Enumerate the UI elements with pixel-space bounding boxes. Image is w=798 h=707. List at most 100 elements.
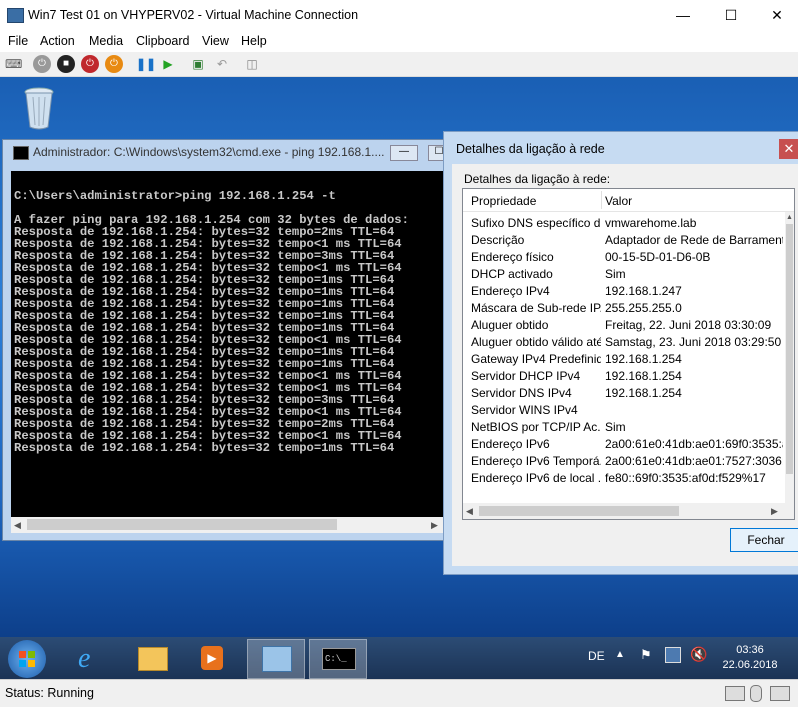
media-player-icon: ▶	[201, 646, 223, 670]
value-cell: 192.168.1.247	[605, 284, 682, 298]
scroll-right-icon[interactable]: ▶	[431, 520, 438, 531]
vm-status: Status: Running	[5, 686, 94, 700]
column-header-property[interactable]: Propriedade	[471, 194, 536, 208]
menu-action[interactable]: Action	[40, 34, 75, 48]
language-indicator[interactable]: DE	[588, 649, 605, 663]
cmd-horizontal-scrollbar[interactable]: ◀ ▶	[11, 517, 443, 533]
resume-icon[interactable]: ▶	[160, 56, 176, 72]
cmd-window[interactable]: Administrador: C:\Windows\system32\cmd.e…	[2, 139, 454, 541]
start-button[interactable]	[8, 640, 46, 678]
network-details-dialog[interactable]: Detalhes da ligação à rede ✕ Detalhes da…	[443, 131, 798, 575]
volume-muted-icon[interactable]: 🔇	[690, 646, 707, 663]
taskbar-cmd[interactable]: C:\_	[309, 639, 367, 679]
turn-off-icon[interactable]: ■	[57, 55, 75, 73]
recycle-bin-icon[interactable]	[22, 85, 56, 131]
table-row[interactable]: Endereço físico 00-15-5D-01-D6-0B	[463, 250, 783, 267]
table-row[interactable]: NetBIOS por TCP/IP Ac... Sim	[463, 420, 783, 437]
list-horizontal-scrollbar[interactable]: ◀ ▶	[463, 503, 785, 519]
enhanced-session-icon[interactable]: ◫	[244, 56, 260, 72]
table-row[interactable]: Endereço IPv6 de local ... fe80::69f0:353…	[463, 471, 783, 488]
show-hidden-icons-icon[interactable]: ▲	[615, 649, 625, 660]
table-row[interactable]: Descrição Adaptador de Rede de Barramento…	[463, 233, 783, 250]
revert-icon[interactable]: ↶	[214, 56, 230, 72]
property-cell: Endereço IPv6 de local ...	[471, 471, 601, 485]
table-row[interactable]: Servidor WINS IPv4	[463, 403, 783, 420]
value-cell: Samstag, 23. Juni 2018 03:29:50	[605, 335, 782, 349]
status-bar: Status: Running	[0, 679, 798, 707]
save-state-icon[interactable]: ⏻	[105, 55, 123, 73]
property-cell: Servidor DHCP IPv4	[471, 369, 581, 383]
taskbar-internet-explorer[interactable]: e	[64, 639, 120, 677]
internet-explorer-icon: e	[78, 643, 91, 674]
clock-date: 22.06.2018	[722, 659, 778, 671]
close-button[interactable]: ✕	[754, 0, 798, 31]
property-cell: Endereço IPv6 Temporá...	[471, 454, 601, 468]
dialog-close-icon[interactable]: ✕	[779, 139, 798, 159]
details-list[interactable]: Propriedade Valor Sufixo DNS específico …	[462, 188, 795, 520]
start-icon[interactable]: ⏻	[33, 55, 51, 73]
column-divider[interactable]	[601, 191, 602, 209]
cmd-title-bar[interactable]: Administrador: C:\Windows\system32\cmd.e…	[3, 140, 453, 164]
maximize-button[interactable]: ☐	[708, 0, 754, 31]
taskbar-explorer[interactable]	[124, 639, 180, 677]
cmd-minimize-button[interactable]: —	[390, 145, 418, 161]
ctrl-alt-del-icon[interactable]: ⌨	[5, 56, 22, 72]
menu-file[interactable]: File	[8, 34, 28, 48]
menu-media[interactable]: Media	[89, 34, 123, 48]
property-cell: Máscara de Sub-rede IP...	[471, 301, 601, 315]
value-cell: 2a00:61e0:41db:ae01:69f0:3535:af0c	[605, 437, 783, 451]
vm-connection-icon	[7, 8, 24, 23]
shutdown-icon[interactable]: ⏻	[81, 55, 99, 73]
action-center-flag-icon[interactable]: ⚑	[640, 647, 652, 663]
table-row[interactable]: Endereço IPv4 192.168.1.247	[463, 284, 783, 301]
table-row[interactable]: Servidor DHCP IPv4 192.168.1.254	[463, 369, 783, 386]
table-row[interactable]: Endereço IPv6 2a00:61e0:41db:ae01:69f0:35…	[463, 437, 783, 454]
menu-help[interactable]: Help	[241, 34, 267, 48]
list-header: Propriedade Valor	[463, 189, 794, 212]
column-header-value[interactable]: Valor	[605, 194, 632, 208]
value-cell: Sim	[605, 267, 626, 281]
cmd-scroll-thumb[interactable]	[27, 519, 337, 530]
table-row[interactable]: Servidor DNS IPv4 192.168.1.254	[463, 386, 783, 403]
list-vertical-scrollbar[interactable]: ▲	[785, 212, 794, 519]
value-cell: 192.168.1.254	[605, 386, 682, 400]
clock[interactable]: 03:36 22.06.2018	[720, 643, 780, 673]
taskbar-network-connections[interactable]	[247, 639, 305, 679]
table-row[interactable]: Endereço IPv6 Temporá... 2a00:61e0:41db:a…	[463, 454, 783, 471]
property-cell: Endereço IPv4	[471, 284, 550, 298]
table-row[interactable]: DHCP activado Sim	[463, 267, 783, 284]
cmd-icon	[13, 146, 29, 160]
taskbar: e ▶ C:\_ DE ▲ ⚑ 🔇 03:36 22.06.2018	[0, 637, 798, 679]
network-tray-icon[interactable]	[665, 647, 681, 663]
list-scroll-left-icon[interactable]: ◀	[466, 506, 473, 517]
toolbar: ⌨ ⏻ ■ ⏻ ⏻ ❚❚ ▶ ▣ ↶ ◫	[0, 52, 798, 77]
value-cell: 255.255.255.0	[605, 301, 682, 315]
list-scroll-thumb[interactable]	[786, 224, 793, 474]
checkpoint-icon[interactable]: ▣	[190, 56, 206, 72]
table-row[interactable]: Aluguer obtido Freitag, 22. Juni 2018 03:…	[463, 318, 783, 335]
minimize-button[interactable]: —	[660, 0, 706, 31]
network-connections-icon	[262, 646, 292, 672]
menu-clipboard[interactable]: Clipboard	[136, 34, 190, 48]
mouse-icon	[750, 685, 762, 702]
table-row[interactable]: Sufixo DNS específico d... vmwarehome.lab	[463, 216, 783, 233]
list-hscroll-thumb[interactable]	[479, 506, 679, 516]
scroll-left-icon[interactable]: ◀	[14, 520, 21, 531]
value-cell: 192.168.1.254	[605, 369, 682, 383]
scroll-up-icon[interactable]: ▲	[786, 214, 793, 221]
table-row[interactable]: Gateway IPv4 Predefinido 192.168.1.254	[463, 352, 783, 369]
menu-view[interactable]: View	[202, 34, 229, 48]
clock-time: 03:36	[736, 644, 764, 656]
taskbar-media-player[interactable]: ▶	[184, 639, 240, 677]
value-cell: 192.168.1.254	[605, 352, 682, 366]
value-cell: vmwarehome.lab	[605, 216, 697, 230]
pause-icon[interactable]: ❚❚	[136, 56, 156, 72]
close-dialog-button[interactable]: Fechar	[730, 528, 798, 552]
table-row[interactable]: Máscara de Sub-rede IP... 255.255.255.0	[463, 301, 783, 318]
cmd-console[interactable]: C:\Users\administrator>ping 192.168.1.25…	[11, 171, 443, 517]
value-cell: Sim	[605, 420, 626, 434]
value-cell: 2a00:61e0:41db:ae01:7527:3036:cfd	[605, 454, 783, 468]
property-cell: Servidor DNS IPv4	[471, 386, 572, 400]
list-scroll-right-icon[interactable]: ▶	[771, 506, 778, 517]
table-row[interactable]: Aluguer obtido válido até Samstag, 23. Ju…	[463, 335, 783, 352]
